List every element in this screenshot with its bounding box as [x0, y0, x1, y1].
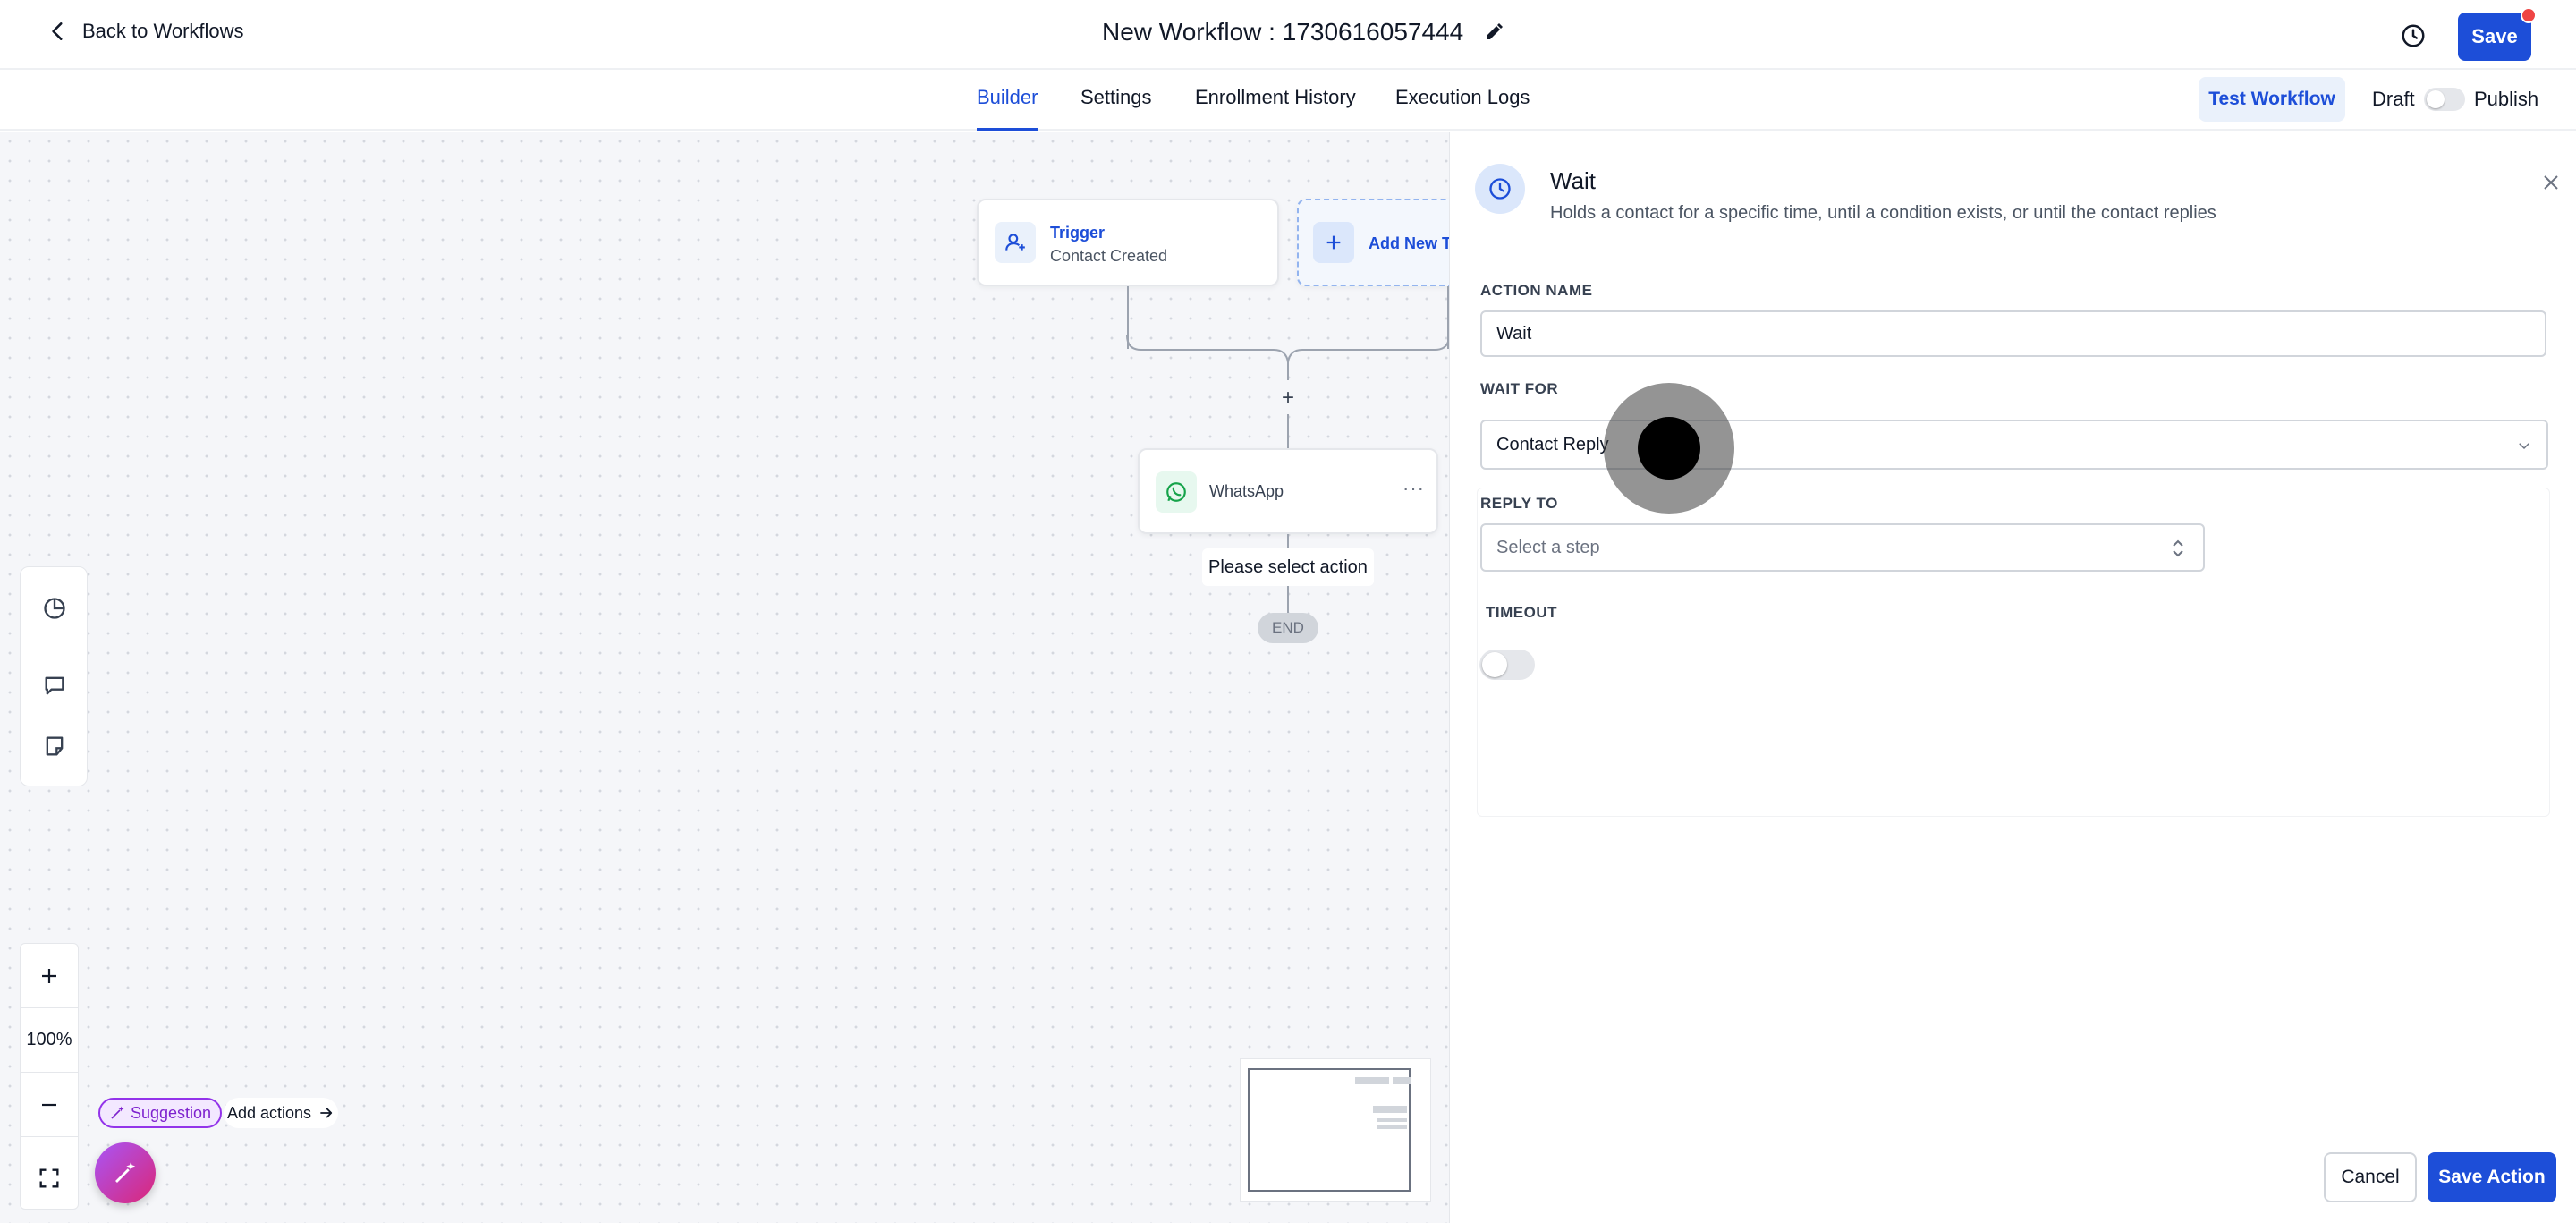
publish-toggle[interactable] [2424, 88, 2465, 111]
tabs-bar: Builder Settings Enrollment History Exec… [0, 70, 2576, 131]
zoom-out-icon[interactable] [21, 1073, 78, 1137]
workflow-canvas[interactable]: Trigger Contact Created Add New Tr + Wha… [0, 132, 1449, 1223]
whatsapp-action-node[interactable]: WhatsApp ··· [1138, 448, 1438, 534]
tab-builder[interactable]: Builder [977, 86, 1038, 131]
pie-chart-icon[interactable] [40, 594, 69, 623]
ai-assistant-button[interactable] [95, 1142, 156, 1203]
back-label: Back to Workflows [82, 20, 244, 42]
zoom-level: 100% [21, 1008, 78, 1073]
top-header: Back to Workflows New Workflow : 1730616… [0, 0, 2576, 70]
add-trigger-node[interactable]: Add New Tr [1297, 199, 1449, 286]
panel-description: Holds a contact for a specific time, unt… [1550, 203, 2216, 223]
add-actions-button[interactable]: Add actions [224, 1098, 338, 1128]
add-trigger-label: Add New Tr [1368, 234, 1449, 252]
whatsapp-icon [1156, 471, 1197, 513]
tab-settings[interactable]: Settings [1080, 86, 1152, 131]
back-to-workflows-link[interactable]: Back to Workflows [47, 20, 244, 43]
history-icon[interactable] [2397, 20, 2429, 52]
sticky-note-icon[interactable] [40, 732, 69, 760]
user-plus-icon [995, 222, 1036, 263]
magic-wand-icon [111, 1106, 124, 1119]
end-marker: END [1258, 613, 1318, 643]
click-indicator-dot [1638, 417, 1700, 480]
tab-execution-logs[interactable]: Execution Logs [1395, 86, 1530, 131]
action-name-input[interactable] [1480, 310, 2546, 357]
tab-enrollment-history[interactable]: Enrollment History [1195, 86, 1356, 131]
cancel-button[interactable]: Cancel [2324, 1152, 2417, 1202]
fit-view-icon[interactable] [21, 1146, 78, 1210]
sort-arrows-icon [2173, 539, 2183, 557]
minimap-node [1377, 1125, 1407, 1129]
connector-merge [1126, 335, 1449, 380]
reply-to-select[interactable]: Select a step [1480, 523, 2205, 572]
panel-title: Wait [1550, 167, 1597, 194]
wait-for-value: Contact Reply [1496, 434, 1609, 454]
comment-icon[interactable] [40, 671, 69, 700]
timeout-label: TIMEOUT [1486, 604, 1557, 621]
trigger-subtitle: Contact Created [1050, 247, 1168, 265]
arrow-right-icon [320, 1108, 333, 1118]
trigger-node[interactable]: Trigger Contact Created [977, 199, 1279, 286]
wait-for-label: WAIT FOR [1480, 380, 1559, 397]
minimap-node [1373, 1106, 1407, 1113]
connector-line [1287, 414, 1289, 448]
trigger-title: Trigger [1050, 224, 1106, 242]
chevron-down-icon [2519, 443, 2529, 450]
magic-wand-icon [115, 1161, 136, 1183]
minimap-node [1393, 1077, 1411, 1084]
whatsapp-label: WhatsApp [1209, 482, 1284, 500]
minimap-node [1377, 1118, 1407, 1122]
notification-dot [2521, 7, 2537, 23]
minimap[interactable] [1240, 1058, 1431, 1202]
reply-to-placeholder: Select a step [1496, 537, 1600, 557]
add-step-plus-icon[interactable]: + [1277, 386, 1299, 410]
minimap-node [1355, 1077, 1389, 1084]
workflow-title-text: New Workflow : 1730616057444 [1102, 18, 1464, 46]
suggestion-badge[interactable]: Suggestion [98, 1098, 222, 1128]
minimap-viewport [1248, 1068, 1411, 1192]
zoom-controls: 100% [20, 943, 79, 1210]
action-name-label: ACTION NAME [1480, 282, 1593, 299]
suggestion-label: Suggestion [130, 1103, 212, 1122]
wait-action-panel: Wait Holds a contact for a specific time… [1449, 132, 2576, 1223]
canvas-toolbar [20, 566, 88, 786]
save-action-button[interactable]: Save Action [2428, 1152, 2556, 1202]
select-action-tooltip: Please select action [1202, 548, 1374, 586]
add-actions-label: Add actions [226, 1103, 312, 1122]
clock-icon [1475, 164, 1525, 214]
zoom-in-icon[interactable] [21, 944, 78, 1008]
reply-to-label: REPLY TO [1480, 495, 1558, 512]
chevron-left-icon [52, 22, 63, 40]
close-icon[interactable] [2538, 169, 2564, 196]
publish-label: Publish [2474, 88, 2539, 110]
test-workflow-button[interactable]: Test Workflow [2199, 77, 2345, 122]
more-options-icon[interactable]: ··· [1402, 477, 1425, 500]
workflow-title: New Workflow : 1730616057444 [1102, 18, 1504, 47]
plus-icon [1313, 222, 1354, 263]
save-button[interactable]: Save [2458, 13, 2531, 61]
draft-label: Draft [2372, 88, 2415, 110]
pencil-icon[interactable] [1483, 21, 1504, 43]
timeout-toggle[interactable] [1479, 650, 1535, 680]
